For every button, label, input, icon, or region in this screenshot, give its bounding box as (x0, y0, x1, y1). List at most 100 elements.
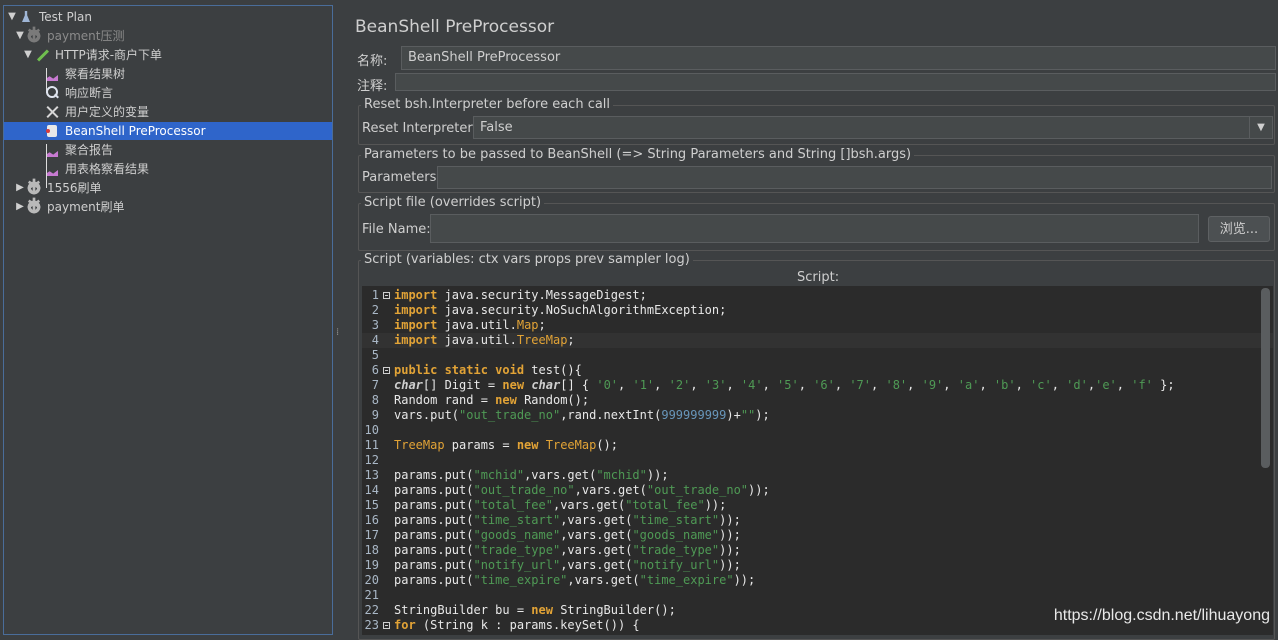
line-number: 8 (371, 393, 379, 407)
code-line: 16 params.put("time_start",vars.get("time… (362, 513, 1273, 528)
collapse-arrow-icon[interactable]: ▶ (14, 198, 26, 216)
code-text: StringBuilder bu = new StringBuilder(); (394, 603, 676, 617)
code-text: for (String k : params.keySet()) { (394, 618, 640, 632)
line-number: 7 (371, 378, 379, 392)
script-file-group-title: Script file (overrides script) (361, 195, 545, 210)
code-line: 4 import java.util.TreeMap; (362, 333, 1273, 348)
expand-arrow-icon[interactable]: ▼ (14, 27, 26, 45)
comment-label: 注释: (357, 79, 388, 94)
code-text: import java.security.MessageDigest; (394, 288, 647, 302)
fold-toggle-icon[interactable] (383, 292, 390, 299)
code-line: 15 params.put("total_fee",vars.get("total… (362, 498, 1273, 513)
line-number: 15 (364, 498, 379, 512)
code-line: 5 (362, 348, 1273, 363)
graph-icon (44, 161, 60, 177)
gear-icon (26, 196, 42, 215)
line-number: 17 (364, 528, 379, 542)
parameters-field[interactable] (437, 166, 1272, 189)
comment-field[interactable] (395, 73, 1276, 91)
file-name-label: File Name: (362, 222, 431, 237)
code-line: 18 params.put("trade_type",vars.get("trad… (362, 543, 1273, 558)
tree-node-beanshell-preprocessor[interactable]: BeanShell PreProcessor (4, 122, 332, 140)
code-text: public static void test(){ (394, 363, 582, 377)
code-line: 8 Random rand = new Random(); (362, 393, 1273, 408)
tools-icon (44, 104, 60, 120)
file-name-field[interactable] (430, 214, 1199, 243)
line-number: 6 (371, 363, 379, 377)
pen-icon (34, 47, 50, 63)
tree-node-user-variables[interactable]: 用户定义的变量 (44, 103, 149, 121)
flask-icon (18, 9, 34, 25)
line-number: 11 (364, 438, 379, 452)
code-line: 9 vars.put("out_trade_no",rand.nextInt(99… (362, 408, 1273, 423)
reset-group-title: Reset bsh.Interpreter before each call (361, 97, 614, 112)
code-text: vars.put("out_trade_no",rand.nextInt(999… (394, 408, 770, 422)
page-title: BeanShell PreProcessor (355, 17, 555, 37)
code-text: import java.util.Map; (394, 318, 546, 332)
line-number: 2 (371, 303, 379, 317)
code-line: 13 params.put("mchid",vars.get("mchid")); (362, 468, 1273, 483)
code-line: 6 public static void test(){ (362, 363, 1273, 378)
script-editor[interactable]: 1 import java.security.MessageDigest; 2 imp… (362, 286, 1273, 635)
test-plan-tree[interactable]: ▼ Test Plan ▼ payment压测 ▼ HTTP请求-商户下单 察看… (3, 5, 333, 635)
code-text: params.put("trade_type",vars.get("trade_… (394, 543, 741, 557)
name-label: 名称: (357, 54, 388, 69)
reset-interpreter-label: Reset Interpreter: (362, 121, 477, 136)
code-text: params.put("out_trade_no",vars.get("out_… (394, 483, 770, 497)
line-number: 5 (371, 348, 379, 362)
line-number: 12 (364, 453, 379, 467)
beanshell-icon (44, 123, 60, 139)
vertical-scrollbar[interactable] (1261, 288, 1270, 468)
splitter-handle[interactable]: ⁞ (336, 328, 340, 346)
tree-node-payment-brush[interactable]: ▶ payment刷单 (14, 196, 124, 216)
line-number: 10 (364, 423, 379, 437)
browse-button[interactable]: 浏览... (1208, 216, 1270, 242)
tree-node-view-results-tree[interactable]: 察看结果树 (44, 65, 125, 83)
fold-toggle-icon[interactable] (383, 622, 390, 629)
name-field[interactable]: BeanShell PreProcessor (401, 46, 1276, 70)
line-number: 18 (364, 543, 379, 557)
line-number: 9 (371, 408, 379, 422)
gear-icon (26, 177, 42, 196)
graph-icon (44, 142, 60, 158)
code-line: 11 TreeMap params = new TreeMap(); (362, 438, 1273, 453)
parameters-label: Parameters: (362, 170, 441, 185)
reset-interpreter-select[interactable]: False ▼ (473, 116, 1273, 139)
code-line: 19 params.put("notify_url",vars.get("noti… (362, 558, 1273, 573)
line-number: 1 (371, 288, 379, 302)
code-line: 21 (362, 588, 1273, 603)
script-label: Script: (797, 270, 840, 285)
code-line: 2 import java.security.NoSuchAlgorithmExc… (362, 303, 1273, 318)
magnifier-icon (44, 85, 60, 101)
watermark: https://blog.csdn.net/lihuayong (1053, 607, 1270, 624)
code-text: Random rand = new Random(); (394, 393, 590, 407)
code-line: 7 char[] Digit = new char[] { '0', '1', '… (362, 378, 1273, 393)
tree-node-view-results-table[interactable]: 用表格察看结果 (44, 160, 149, 178)
tree-node-response-assertion[interactable]: 响应断言 (44, 84, 113, 102)
code-line: 3 import java.util.Map; (362, 318, 1273, 333)
code-line: 12 (362, 453, 1273, 468)
code-line: 10 (362, 423, 1273, 438)
line-number: 21 (364, 588, 379, 602)
gear-icon (26, 25, 42, 44)
tree-node-aggregate-report[interactable]: 聚合报告 (44, 141, 113, 159)
fold-toggle-icon[interactable] (383, 367, 390, 374)
script-group-title: Script (variables: ctx vars props prev s… (361, 252, 693, 267)
expand-arrow-icon[interactable]: ▼ (22, 46, 34, 64)
collapse-arrow-icon[interactable]: ▶ (14, 179, 26, 197)
tree-node-http-request[interactable]: ▼ HTTP请求-商户下单 (22, 46, 162, 64)
code-text: params.put("goods_name",vars.get("goods_… (394, 528, 741, 542)
chevron-down-icon[interactable]: ▼ (1249, 117, 1272, 138)
code-text: params.put("time_start",vars.get("time_s… (394, 513, 741, 527)
reset-interpreter-value: False (480, 120, 513, 135)
tree-node-payment-load[interactable]: ▼ payment压测 (14, 25, 124, 45)
line-number: 14 (364, 483, 379, 497)
code-line: 17 params.put("goods_name",vars.get("good… (362, 528, 1273, 543)
code-text: import java.security.NoSuchAlgorithmExce… (394, 303, 727, 317)
expand-arrow-icon[interactable]: ▼ (6, 8, 18, 26)
parameters-group-title: Parameters to be passed to BeanShell (=>… (361, 147, 915, 162)
line-number: 22 (364, 603, 379, 617)
line-number: 3 (371, 318, 379, 332)
tree-node-test-plan[interactable]: ▼ Test Plan (6, 8, 92, 26)
line-number: 23 (364, 618, 379, 632)
